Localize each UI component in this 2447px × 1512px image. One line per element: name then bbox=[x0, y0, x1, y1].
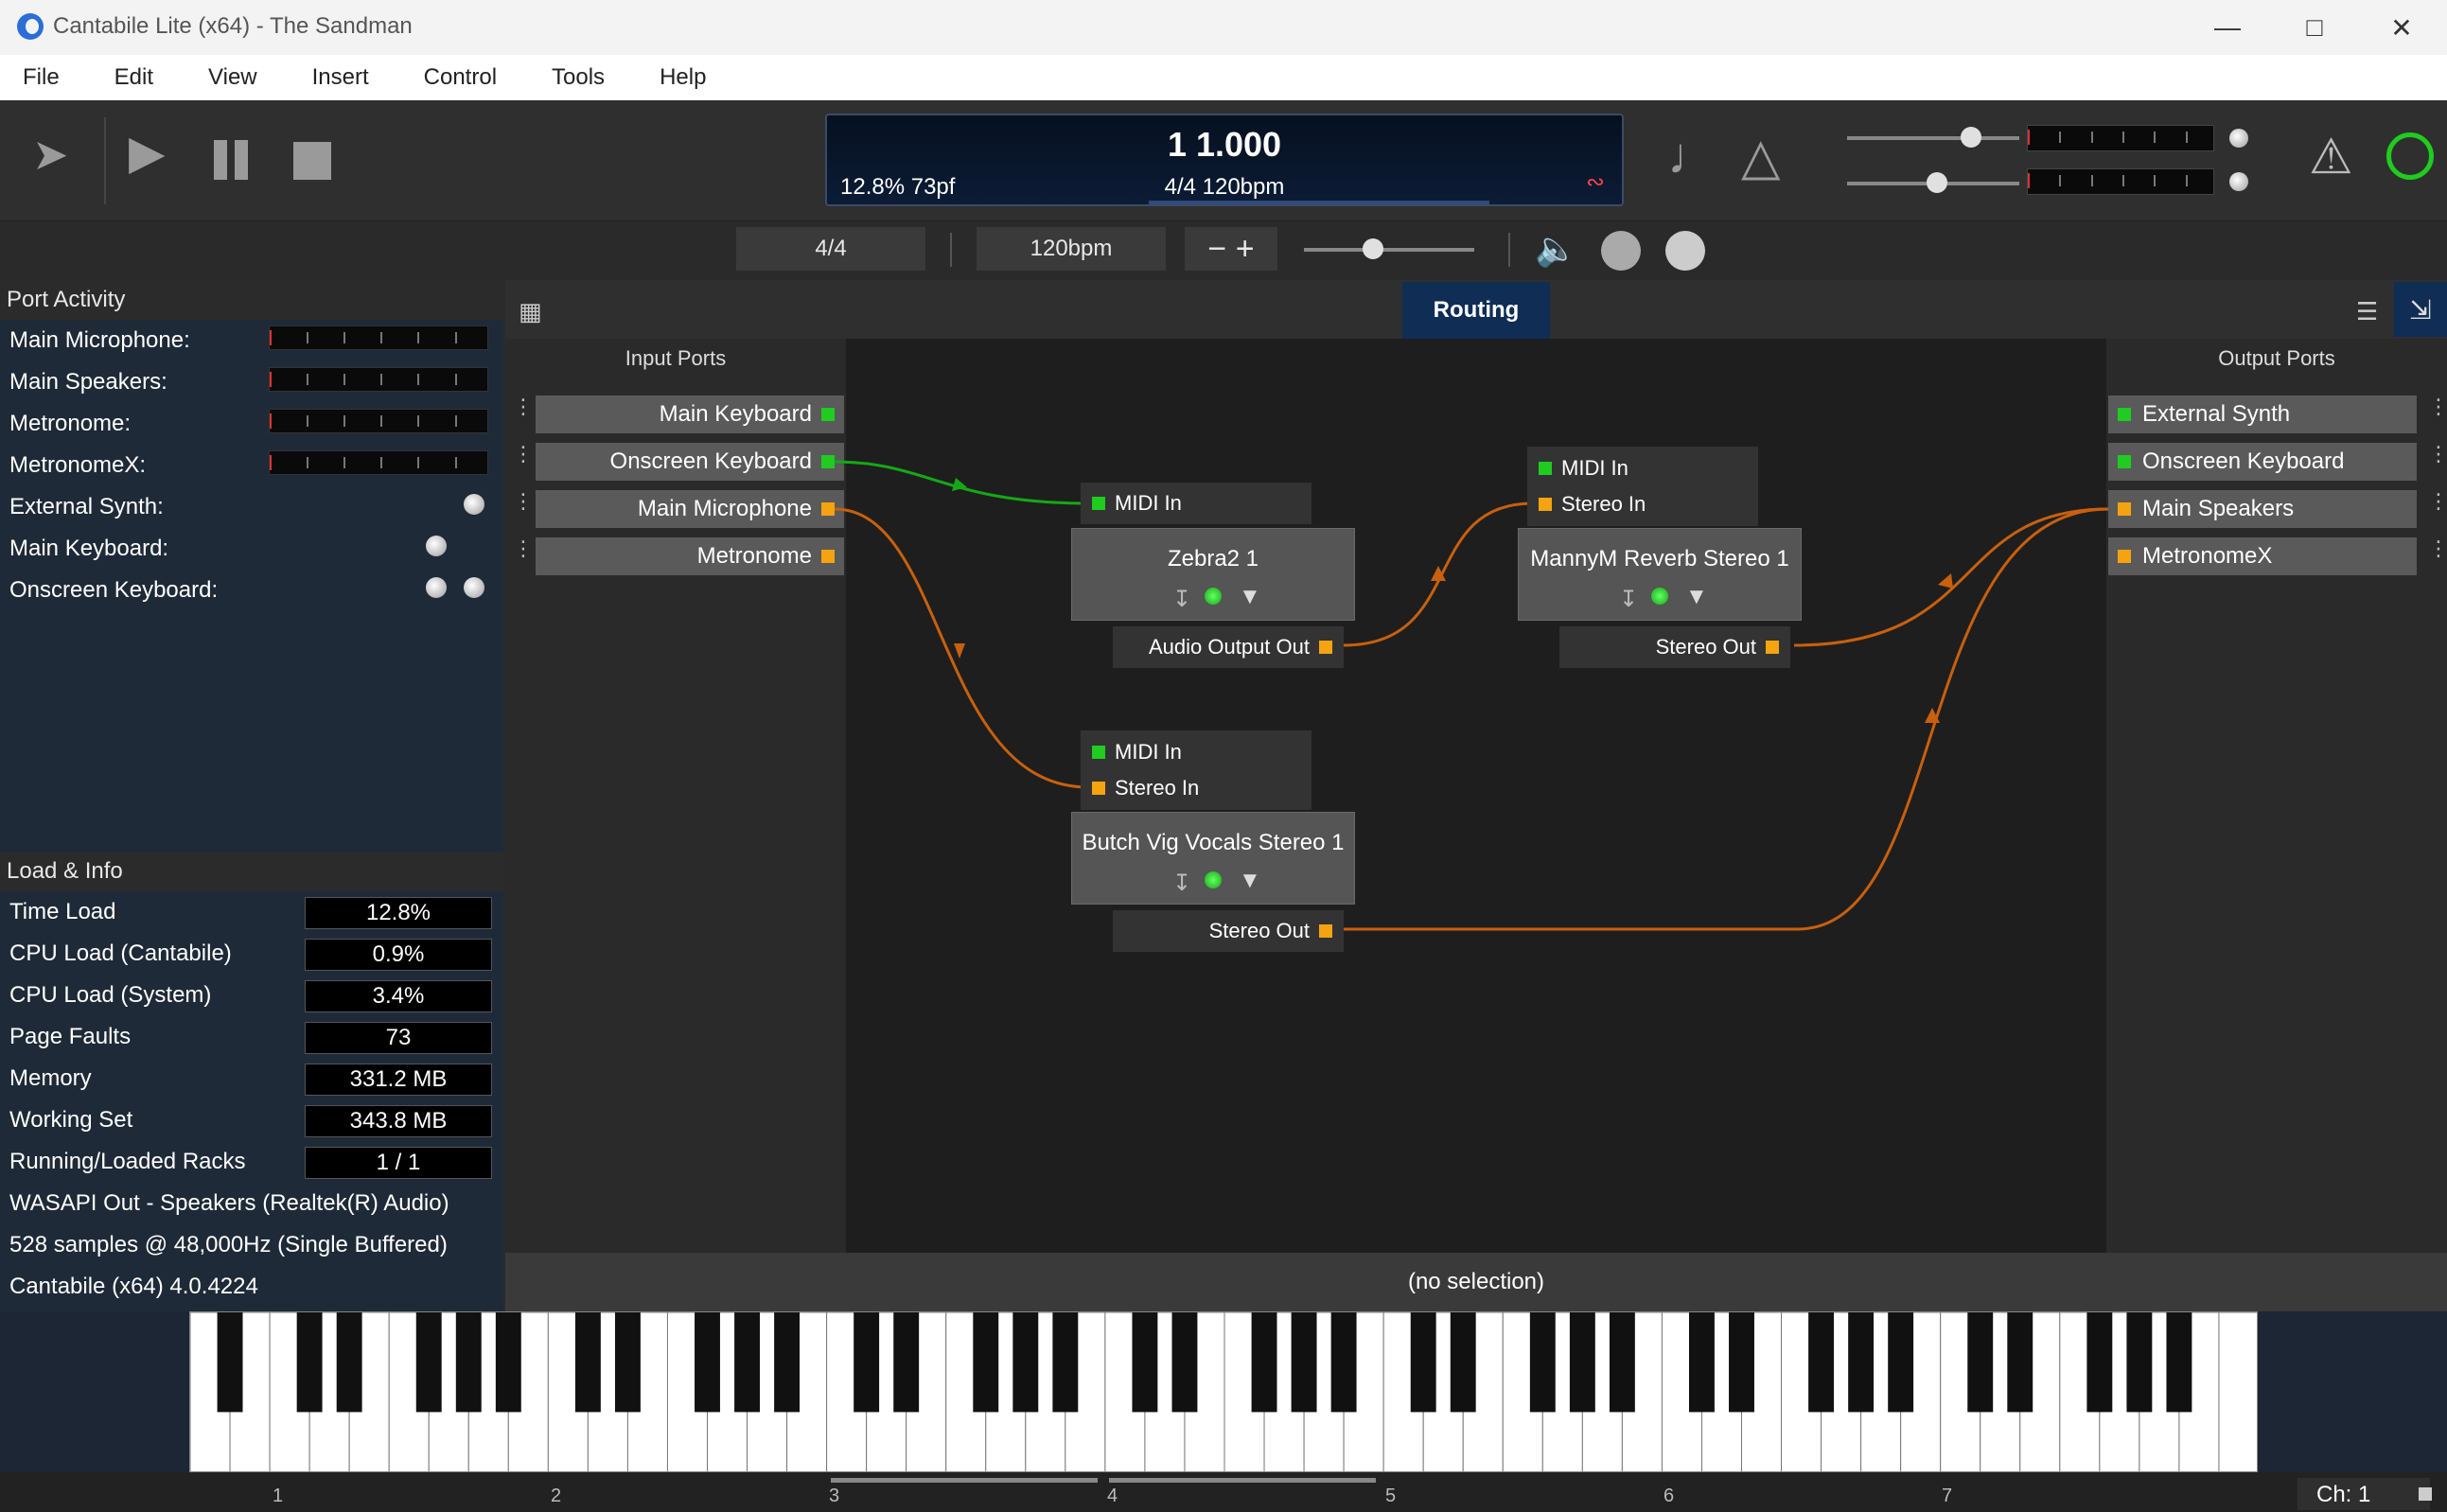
octave-label: 4 bbox=[1107, 1486, 1118, 1506]
octave-label: 5 bbox=[1385, 1486, 1397, 1506]
zebra-midi-in-bar: MIDI In bbox=[1081, 483, 1312, 524]
audio-pin[interactable] bbox=[1319, 641, 1332, 654]
selection-status: (no selection) bbox=[505, 1253, 2447, 1311]
octave-label: 6 bbox=[1664, 1486, 1675, 1506]
wire-arrow bbox=[954, 643, 965, 659]
bypass-icon[interactable]: ↧ bbox=[1172, 586, 1191, 613]
butch-midi-in: MIDI In bbox=[1115, 740, 1182, 764]
black-key[interactable] bbox=[893, 1312, 920, 1413]
midi-pin[interactable] bbox=[1092, 497, 1105, 510]
black-key[interactable] bbox=[1132, 1312, 1158, 1413]
black-key[interactable] bbox=[296, 1312, 323, 1413]
black-key[interactable] bbox=[574, 1312, 601, 1413]
black-key[interactable] bbox=[854, 1312, 880, 1413]
channel-label: Ch: 1 bbox=[2316, 1482, 2371, 1507]
white-key[interactable] bbox=[2218, 1312, 2258, 1472]
audio-pin[interactable] bbox=[1539, 498, 1552, 511]
black-key[interactable] bbox=[1888, 1312, 1914, 1413]
onscreen-keyboard[interactable] bbox=[189, 1311, 2258, 1472]
keyboard-octave-strip: 1 2 3 4 5 6 7 Ch: 1 bbox=[0, 1472, 2447, 1512]
manny-stereo-row: Stereo In bbox=[1539, 492, 1758, 517]
black-key[interactable] bbox=[217, 1312, 243, 1413]
manny-stereo-out: Stereo Out bbox=[1655, 635, 1756, 659]
black-key[interactable] bbox=[1171, 1312, 1198, 1413]
zebra-midi-in: MIDI In bbox=[1115, 491, 1182, 515]
manny-out-bar: Stereo Out bbox=[1559, 626, 1790, 668]
black-key[interactable] bbox=[2086, 1312, 2113, 1413]
black-key[interactable] bbox=[1689, 1312, 1715, 1413]
black-key[interactable] bbox=[1410, 1312, 1436, 1413]
black-key[interactable] bbox=[455, 1312, 482, 1413]
audio-pin[interactable] bbox=[1092, 782, 1105, 795]
black-key[interactable] bbox=[1609, 1312, 1635, 1413]
manny-in-bar: MIDI In Stereo In bbox=[1527, 447, 1758, 526]
node-title: MannyM Reverb Stereo 1 bbox=[1530, 546, 1789, 571]
plugin-node-zebra[interactable]: Zebra2 1 ↧ ▼ bbox=[1071, 528, 1355, 621]
black-key[interactable] bbox=[2007, 1312, 2033, 1413]
octave-range-bar-right[interactable] bbox=[1109, 1478, 1376, 1483]
black-key[interactable] bbox=[1808, 1312, 1835, 1413]
butch-stereo-out: Stereo Out bbox=[1208, 919, 1310, 942]
active-led-icon[interactable] bbox=[1205, 588, 1222, 605]
active-led-icon[interactable] bbox=[1651, 588, 1668, 605]
black-key[interactable] bbox=[614, 1312, 641, 1413]
butch-out-bar: Stereo Out bbox=[1113, 910, 1344, 952]
zebra-out-bar: Audio Output Out bbox=[1113, 626, 1344, 668]
filter-icon[interactable]: ▼ bbox=[1239, 584, 1261, 610]
node-title: Butch Vig Vocals Stereo 1 bbox=[1082, 830, 1345, 855]
black-key[interactable] bbox=[734, 1312, 760, 1413]
active-led-icon[interactable] bbox=[1205, 871, 1222, 888]
butch-in-bar: MIDI In Stereo In bbox=[1081, 730, 1312, 810]
manny-midi-row: MIDI In bbox=[1539, 456, 1758, 481]
butch-stereo-row: Stereo In bbox=[1092, 776, 1312, 800]
black-key[interactable] bbox=[695, 1312, 720, 1413]
octave-label: 7 bbox=[1942, 1486, 1953, 1506]
octave-label: 2 bbox=[551, 1486, 562, 1506]
black-key[interactable] bbox=[1848, 1312, 1875, 1413]
black-key[interactable] bbox=[336, 1312, 362, 1413]
plugin-node-manny[interactable]: MannyM Reverb Stereo 1 ↧ ▼ bbox=[1518, 528, 1802, 621]
midi-pin[interactable] bbox=[1539, 462, 1552, 475]
black-key[interactable] bbox=[1967, 1312, 1994, 1413]
audio-pin[interactable] bbox=[1766, 641, 1779, 654]
manny-midi-in: MIDI In bbox=[1561, 456, 1628, 480]
octave-range-bar-left[interactable] bbox=[831, 1478, 1098, 1483]
black-key[interactable] bbox=[1529, 1312, 1556, 1413]
filter-icon[interactable]: ▼ bbox=[1685, 584, 1708, 610]
black-key[interactable] bbox=[774, 1312, 801, 1413]
black-key[interactable] bbox=[973, 1312, 999, 1413]
octave-label: 1 bbox=[273, 1486, 284, 1506]
black-key[interactable] bbox=[2166, 1312, 2192, 1413]
butch-stereo-in: Stereo In bbox=[1115, 776, 1200, 800]
wire-arrow bbox=[1938, 573, 1953, 589]
bypass-icon[interactable]: ↧ bbox=[1619, 586, 1638, 613]
bypass-icon[interactable]: ↧ bbox=[1172, 870, 1191, 897]
black-key[interactable] bbox=[495, 1312, 521, 1413]
black-key[interactable] bbox=[1569, 1312, 1595, 1413]
plugin-node-butch[interactable]: Butch Vig Vocals Stereo 1 ↧ ▼ bbox=[1071, 812, 1355, 905]
butch-midi-row: MIDI In bbox=[1092, 740, 1312, 765]
black-key[interactable] bbox=[1450, 1312, 1476, 1413]
midi-pin[interactable] bbox=[1092, 746, 1105, 759]
black-key[interactable] bbox=[2126, 1312, 2153, 1413]
black-key[interactable] bbox=[415, 1312, 442, 1413]
black-key[interactable] bbox=[1251, 1312, 1277, 1413]
audio-pin[interactable] bbox=[1319, 924, 1332, 938]
node-title: Zebra2 1 bbox=[1167, 546, 1259, 571]
zebra-audio-out: Audio Output Out bbox=[1149, 635, 1310, 659]
octave-label: 3 bbox=[829, 1486, 840, 1506]
resize-grip-icon[interactable] bbox=[2419, 1487, 2432, 1501]
black-key[interactable] bbox=[1729, 1312, 1754, 1413]
filter-icon[interactable]: ▼ bbox=[1239, 868, 1261, 894]
black-key[interactable] bbox=[1330, 1312, 1357, 1413]
black-key[interactable] bbox=[1052, 1312, 1079, 1413]
black-key[interactable] bbox=[1291, 1312, 1317, 1413]
black-key[interactable] bbox=[1012, 1312, 1039, 1413]
manny-stereo-in: Stereo In bbox=[1561, 492, 1646, 516]
